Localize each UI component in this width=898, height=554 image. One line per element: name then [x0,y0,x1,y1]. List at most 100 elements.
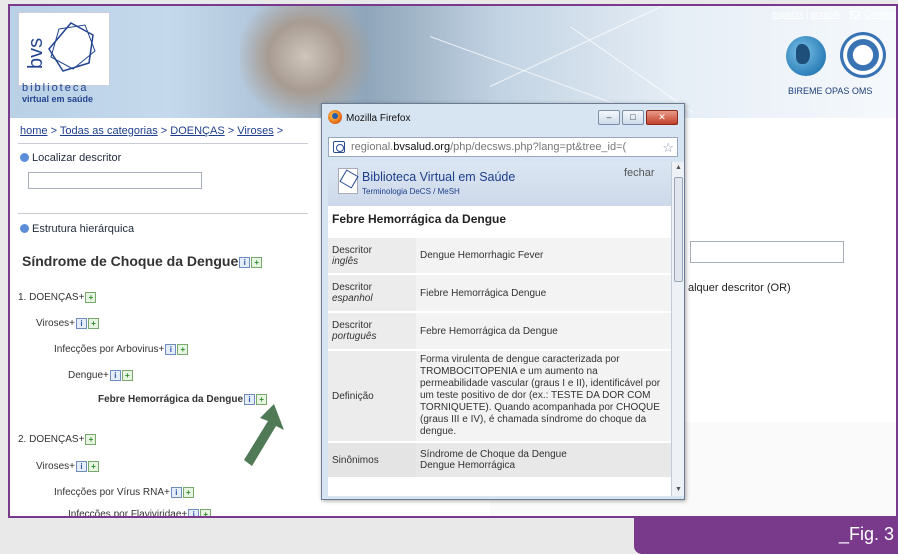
key-language: espanhol [332,293,373,304]
add-icon[interactable]: + [182,487,194,498]
tree-item-label: Infecções por Vírus RNA+ [54,487,170,499]
breadcrumb-viroses[interactable]: Viroses [237,125,273,137]
or-option-text: alquer descritor (OR) [688,282,791,294]
table-row: Sinônimos Síndrome de Choque da Dengue De… [328,442,671,479]
popup-content: Biblioteca Virtual em Saúde Terminologia… [328,162,671,496]
tree-item-label: Infecções por Flaviviridae+ [68,509,188,518]
add-icon[interactable]: + [251,256,263,268]
breadcrumb-home[interactable]: home [20,125,48,137]
minimize-button[interactable]: – [598,110,620,125]
key-label: Descritor [332,282,373,293]
tree-item-label: 2. DOENÇAS+ [18,434,85,446]
close-button[interactable]: ✕ [646,110,678,125]
bullet-icon [20,224,29,233]
key-language: inglês [332,255,359,267]
scroll-down-icon[interactable]: ▼ [672,484,685,496]
info-icon[interactable]: i [76,461,88,472]
scroll-thumb[interactable] [674,177,683,282]
table-row: Descritor espanhol Fiebre Hemorrágica Den… [328,274,671,313]
tree-section-title: Estrutura hierárquica [20,223,134,235]
popup-site-header: Biblioteca Virtual em Saúde Terminologia… [328,162,671,206]
breadcrumb-sep: > [157,125,171,137]
contact-link[interactable]: Contato [864,9,896,19]
firefox-popup-window[interactable]: Mozilla Firefox – □ ✕ regional.bvsalud.o… [321,103,685,500]
add-icon[interactable]: + [200,509,212,516]
tree-item-label: Viroses+ [36,461,76,473]
scroll-up-icon[interactable]: ▲ [672,162,685,174]
logo-word: biblioteca [22,82,89,94]
decorative-line [489,6,672,87]
url-bar[interactable]: regional.bvsalud.org/php/decsws.php?lang… [328,137,678,157]
row-value: Fiebre Hemorrágica Dengue [416,274,671,313]
maximize-button[interactable]: □ [622,110,644,125]
tree-item[interactable]: Viroses+ i + [36,461,336,472]
site-header: bvs biblioteca virtual em saúde español … [10,6,896,118]
mail-icon [849,10,860,19]
add-icon[interactable]: + [85,292,97,303]
descriptor-search-input[interactable] [28,172,202,189]
close-link[interactable]: fechar [624,167,655,179]
breadcrumb-categories[interactable]: Todas as categorias [60,125,158,137]
decorative-line [569,26,694,113]
tree-item[interactable]: Infecções por Arbovirus+ i + [54,344,354,355]
tree-section-label: Estrutura hierárquica [32,223,135,235]
row-key: Descritor espanhol [328,274,416,313]
row-key: Definição [328,350,416,443]
org-names: BIREME OPAS OMS [788,86,873,96]
tree-item[interactable]: 1. DOENÇAS+ + [18,292,318,303]
query-input[interactable] [690,241,844,263]
popup-scrollbar[interactable]: ▲ ▼ [671,162,684,496]
header-photo [240,6,370,118]
tree-item[interactable]: Viroses+ i + [36,318,336,329]
term-title: Febre Hemorrágica da Dengue [332,212,507,226]
row-key: Descritor português [328,312,416,351]
add-icon[interactable]: + [88,461,100,472]
table-row: Descritor inglês Dengue Hemorrhagic Fever [328,238,671,275]
figure-label-tab: _Fig. 3 [634,516,898,554]
site-identity-icon [333,141,345,153]
info-icon[interactable]: i [165,344,177,355]
arrow-icon [244,404,284,466]
add-icon[interactable]: + [85,434,97,445]
breadcrumb-doencas[interactable]: DOENÇAS [170,125,224,137]
table-row: Descritor português Febre Hemorrágica da … [328,312,671,351]
who-emblem-icon [840,32,886,78]
descriptor-heading-text: Síndrome de Choque da Dengue [22,253,239,269]
tree-item-label: Dengue+ [68,370,109,382]
search-section-label: Localizar descritor [32,152,122,164]
breadcrumb: home > Todas as categorias > DOENÇAS > V… [20,125,283,137]
bvs-logo[interactable]: bvs [18,12,110,86]
row-key: Descritor inglês [328,238,416,275]
bookmark-star-icon[interactable]: ☆ [662,139,674,156]
url-domain: bvsalud.org [393,141,451,153]
descriptor-table: Descritor inglês Dengue Hemorrhagic Fever… [328,238,671,479]
info-icon[interactable]: i [188,509,200,516]
tree-item[interactable]: Infecções por Vírus RNA+ i + [54,487,354,498]
info-icon[interactable]: i [109,370,121,381]
table-row: Definição Forma virulenta de dengue cara… [328,350,671,443]
info-icon[interactable]: i [170,487,182,498]
tree-item[interactable]: Infecções por Flaviviridae+ i + [68,509,368,518]
logo-text: bvs [25,37,47,69]
add-icon[interactable]: + [88,318,100,329]
info-icon[interactable]: i [76,318,88,329]
search-section-title: Localizar descritor [20,152,121,164]
decorative-line [429,36,637,113]
key-label: Descritor [332,244,373,256]
bullet-icon [20,153,29,162]
add-icon[interactable]: + [121,370,133,381]
figure-label: _Fig. 3 [838,524,894,544]
breadcrumb-sep: > [224,125,238,137]
url-path: /php/decsws.php?lang=pt&tree_id=( [450,141,627,153]
breadcrumb-sep: > [47,125,60,137]
logo-subtitle: virtual em saúde [22,94,94,104]
divider [18,213,308,214]
browser-page: bvs biblioteca virtual em saúde español … [8,4,898,518]
lang-spanish-link[interactable]: español [772,9,804,19]
info-icon[interactable]: i [239,256,251,268]
tree-item-label: Viroses+ [36,318,76,330]
add-icon[interactable]: + [177,344,189,355]
popup-site-subtitle: Terminologia DeCS / MeSH [362,187,460,196]
row-value: Forma virulenta de dengue caracterizada … [416,350,671,443]
lang-english-link[interactable]: english [811,9,840,19]
